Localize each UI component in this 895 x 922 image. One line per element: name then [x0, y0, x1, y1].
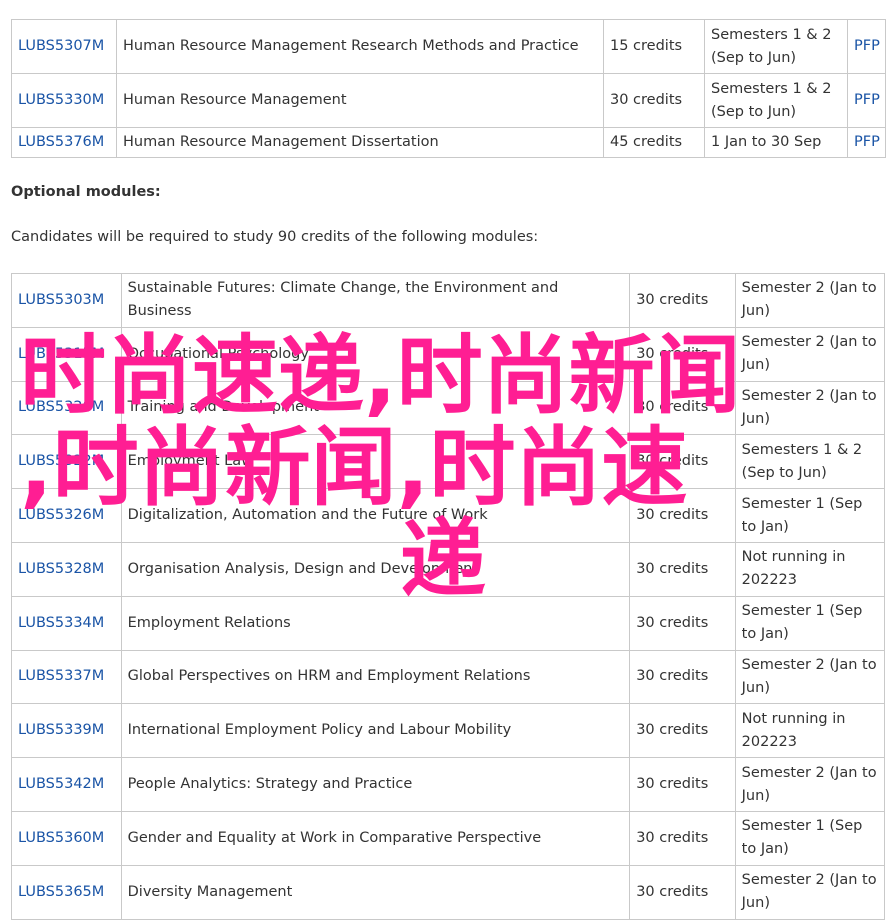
- module-title: People Analytics: Strategy and Practice: [120, 757, 631, 812]
- module-semester: Semester 2 (Jan to Jun): [734, 380, 886, 436]
- module-credits: 30 credits: [629, 649, 736, 705]
- module-title: Diversity Management: [120, 864, 631, 920]
- module-credits: 30 credits: [629, 703, 736, 759]
- table-row: LUBS5328M Organisation Analysis, Design a…: [11, 541, 886, 597]
- module-semester: Not running in 202223: [734, 541, 886, 597]
- table-row: LUBS5342M People Analytics: Strategy and …: [11, 757, 886, 812]
- module-semester: Semester 1 (Sep to Jan): [734, 595, 886, 651]
- table-row: LUBS5326M Digitalization, Automation and …: [11, 488, 886, 543]
- optional-modules-table: LUBS5303M Sustainable Futures: Climate Ch…: [11, 273, 886, 920]
- module-credits: 30 credits: [603, 73, 705, 128]
- module-credits: 30 credits: [629, 380, 736, 436]
- pfp-link[interactable]: PFP: [854, 38, 880, 54]
- module-code-link[interactable]: LUBS5303M: [18, 292, 104, 308]
- module-code-link[interactable]: LUBS5376M: [18, 134, 104, 150]
- table-row: LUBS5334M Employment Relations 30 credits S…: [11, 595, 886, 651]
- module-credits: 30 credits: [629, 273, 736, 328]
- module-code-link[interactable]: LUBS5337M: [18, 668, 104, 684]
- table-row: LUBS5376M Human Resource Management Diss…: [11, 127, 886, 158]
- module-credits: 30 credits: [629, 757, 736, 812]
- module-credits: 15 credits: [603, 19, 705, 74]
- module-code-link[interactable]: LUBS5342M: [18, 776, 104, 792]
- module-title: Human Resource Management: [116, 73, 604, 128]
- module-code-link[interactable]: LUBS5334M: [18, 615, 104, 631]
- module-semester: Semester 2 (Jan to Jun): [734, 273, 886, 328]
- module-credits: 30 credits: [629, 488, 736, 543]
- module-title: Sustainable Futures: Climate Change, the…: [120, 273, 631, 328]
- table-row: LUBS5322M Employment Law 30 credits Semeste…: [11, 434, 886, 490]
- table-row: LUBS5303M Sustainable Futures: Climate Ch…: [11, 273, 886, 328]
- module-semester: Semesters 1 & 2 (Sep to Jun): [734, 434, 886, 490]
- module-title: International Employment Policy and Labo…: [120, 703, 631, 759]
- table-row: LUBS5307M Human Resource Management Rese…: [11, 19, 886, 74]
- module-credits: 30 credits: [629, 434, 736, 490]
- module-credits: 30 credits: [629, 810, 736, 866]
- module-title: Human Resource Management Dissertation: [116, 127, 604, 158]
- module-semester: 1 Jan to 30 Sep: [704, 127, 848, 158]
- module-title: Training and Development: [120, 380, 631, 436]
- pfp-link[interactable]: PFP: [854, 92, 880, 108]
- module-title: Digitalization, Automation and the Futur…: [120, 488, 631, 543]
- module-credits: 45 credits: [603, 127, 705, 158]
- module-title: Gender and Equality at Work in Comparati…: [120, 810, 631, 866]
- compulsory-modules-table: LUBS5307M Human Resource Management Rese…: [11, 19, 886, 158]
- module-credits: 30 credits: [629, 595, 736, 651]
- table-row: LUBS5330M Human Resource Management 30 c…: [11, 73, 886, 128]
- module-credits: 30 credits: [629, 326, 736, 382]
- module-semester: Semester 1 (Sep to Jan): [734, 488, 886, 543]
- module-credits: 30 credits: [629, 541, 736, 597]
- module-semester: Semesters 1 & 2 (Sep to Jun): [704, 73, 848, 128]
- module-code-link[interactable]: LUBS5339M: [18, 722, 104, 738]
- module-semester: Semester 1 (Sep to Jan): [734, 810, 886, 866]
- optional-modules-note: Candidates will be required to study 90 …: [11, 229, 539, 245]
- table-row: LUBS5360M Gender and Equality at Work in …: [11, 810, 886, 866]
- table-row: LUBS5339M International Employment Policy…: [11, 703, 886, 759]
- module-semester: Semester 2 (Jan to Jun): [734, 864, 886, 920]
- module-credits: 30 credits: [629, 864, 736, 920]
- module-code-link[interactable]: LUBS5326M: [18, 507, 104, 523]
- module-semester: Semester 2 (Jan to Jun): [734, 757, 886, 812]
- table-row: LUBS5315M Occupational Psychology 30 credi…: [11, 326, 886, 382]
- table-row: LUBS5365M Diversity Management 30 credits S…: [11, 864, 886, 920]
- module-semester: Semester 2 (Jan to Jun): [734, 649, 886, 705]
- table-row: LUBS5320M Training and Development 30 cred…: [11, 380, 886, 436]
- module-code-link[interactable]: LUBS5315M: [18, 346, 104, 362]
- module-code-link[interactable]: LUBS5307M: [18, 38, 104, 54]
- module-title: Occupational Psychology: [120, 326, 631, 382]
- module-title: Employment Relations: [120, 595, 631, 651]
- module-title: Organisation Analysis, Design and Develo…: [120, 541, 631, 597]
- module-semester: Semesters 1 & 2 (Sep to Jun): [704, 19, 848, 74]
- module-title: Human Resource Management Research Metho…: [116, 19, 604, 74]
- module-title: Employment Law: [120, 434, 631, 490]
- module-code-link[interactable]: LUBS5320M: [18, 399, 104, 415]
- module-code-link[interactable]: LUBS5365M: [18, 884, 104, 900]
- module-code-link[interactable]: LUBS5330M: [18, 92, 104, 108]
- optional-modules-heading: Optional modules:: [11, 184, 161, 200]
- module-semester: Semester 2 (Jan to Jun): [734, 326, 886, 382]
- module-code-link[interactable]: LUBS5322M: [18, 453, 104, 469]
- table-row: LUBS5337M Global Perspectives on HRM and …: [11, 649, 886, 705]
- module-title: Global Perspectives on HRM and Employmen…: [120, 649, 631, 705]
- module-code-link[interactable]: LUBS5360M: [18, 830, 104, 846]
- pfp-link[interactable]: PFP: [854, 134, 880, 150]
- module-code-link[interactable]: LUBS5328M: [18, 561, 104, 577]
- module-semester: Not running in 202223: [734, 703, 886, 759]
